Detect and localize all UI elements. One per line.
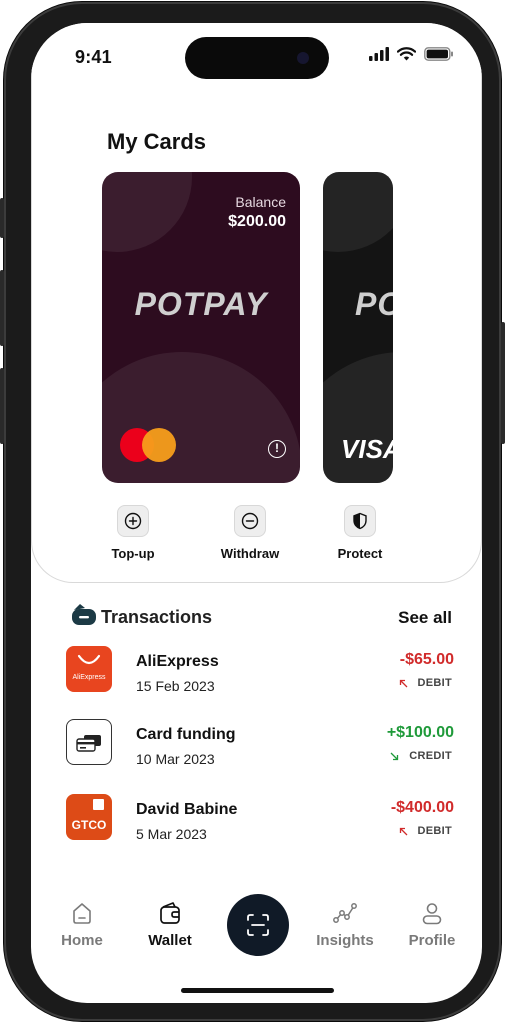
tab-insights-label: Insights bbox=[316, 932, 374, 949]
status-icons bbox=[369, 47, 454, 61]
aliexpress-logo: AliExpress bbox=[66, 646, 112, 692]
card-funding-icon bbox=[66, 719, 112, 765]
transaction-date: 5 Mar 2023 bbox=[136, 826, 207, 842]
card-decoration bbox=[323, 172, 393, 252]
transaction-amount: -$400.00 bbox=[390, 799, 454, 816]
transaction-date: 15 Feb 2023 bbox=[136, 678, 215, 694]
signal-icon bbox=[369, 47, 389, 61]
insights-icon bbox=[333, 903, 357, 923]
tab-insights[interactable]: Insights bbox=[310, 900, 380, 949]
screen: 9:41 My Cards Balance $200.00 POTPAY ! P… bbox=[31, 23, 482, 1003]
withdraw-action[interactable]: Withdraw bbox=[213, 505, 287, 561]
transaction-name: Card funding bbox=[136, 726, 236, 743]
transaction-row[interactable]: Card funding 10 Mar 2023 +$100.00 CREDIT bbox=[31, 719, 482, 769]
volume-down-button bbox=[0, 368, 4, 444]
transaction-type-label: CREDIT bbox=[409, 750, 452, 762]
tab-home[interactable]: Home bbox=[47, 900, 117, 949]
scan-button[interactable] bbox=[227, 894, 289, 956]
topup-action[interactable]: Top-up bbox=[101, 505, 165, 561]
camera-icon bbox=[297, 52, 309, 64]
my-cards-title: My Cards bbox=[107, 129, 207, 154]
transaction-name: David Babine bbox=[136, 801, 238, 818]
gtco-logo-text: GTCO bbox=[71, 818, 107, 832]
tab-wallet-label: Wallet bbox=[148, 932, 192, 949]
arrow-down-right-icon bbox=[390, 752, 399, 760]
wallet-folder-icon bbox=[72, 604, 96, 625]
phone-frame: 9:41 My Cards Balance $200.00 POTPAY ! P… bbox=[0, 2, 505, 1021]
mastercard-logo bbox=[120, 428, 176, 462]
withdraw-label: Withdraw bbox=[220, 546, 280, 561]
card-secondary[interactable]: PO VISA bbox=[323, 172, 393, 483]
see-all-link[interactable]: See all bbox=[398, 608, 452, 628]
dynamic-island bbox=[185, 37, 329, 79]
transaction-amount: -$65.00 bbox=[399, 651, 454, 668]
balance-value: $200.00 bbox=[228, 213, 286, 230]
volume-up-button bbox=[0, 270, 4, 346]
battery-icon bbox=[424, 47, 453, 61]
arrow-up-left-icon bbox=[399, 827, 407, 835]
info-icon[interactable]: ! bbox=[268, 440, 286, 458]
transaction-type: CREDIT bbox=[390, 750, 452, 762]
card-decoration bbox=[102, 172, 192, 252]
tab-profile[interactable]: Profile bbox=[397, 900, 467, 949]
transactions-title: Transactions bbox=[101, 607, 213, 627]
aliexpress-logo-text: AliExpress bbox=[72, 674, 106, 681]
transaction-row[interactable]: GTCO David Babine 5 Mar 2023 -$400.00 DE… bbox=[31, 794, 482, 844]
card-brand-logo: PO bbox=[355, 286, 393, 322]
home-indicator[interactable] bbox=[181, 988, 334, 993]
power-button bbox=[501, 322, 505, 444]
home-icon bbox=[73, 903, 91, 924]
card-brand-logo: POTPAY bbox=[134, 286, 268, 322]
tab-profile-label: Profile bbox=[408, 932, 456, 949]
plus-circle-icon[interactable] bbox=[117, 505, 149, 537]
wifi-icon bbox=[397, 47, 416, 61]
transaction-type-label: DEBIT bbox=[417, 825, 452, 837]
topup-label: Top-up bbox=[111, 546, 155, 561]
transaction-row[interactable]: AliExpress AliExpress 15 Feb 2023 -$65.0… bbox=[31, 646, 482, 696]
action-button bbox=[0, 198, 4, 238]
arrow-up-left-icon bbox=[399, 679, 407, 687]
scan-icon bbox=[247, 914, 269, 936]
transaction-type: DEBIT bbox=[399, 825, 453, 837]
shield-icon[interactable] bbox=[344, 505, 376, 537]
transaction-type: DEBIT bbox=[399, 677, 453, 689]
card-potpay[interactable]: Balance $200.00 POTPAY ! bbox=[102, 172, 300, 483]
transaction-amount: +$100.00 bbox=[386, 724, 454, 741]
protect-action[interactable]: Protect bbox=[327, 505, 393, 561]
visa-logo: VISA bbox=[341, 434, 393, 464]
tab-wallet[interactable]: Wallet bbox=[135, 900, 205, 949]
protect-label: Protect bbox=[337, 546, 383, 561]
balance-label: Balance bbox=[235, 194, 286, 210]
wallet-icon bbox=[160, 902, 180, 924]
card-decoration bbox=[102, 352, 300, 483]
gtco-logo: GTCO bbox=[66, 794, 112, 840]
transaction-name: AliExpress bbox=[136, 653, 219, 670]
profile-icon bbox=[422, 903, 442, 925]
tab-home-label: Home bbox=[61, 932, 103, 949]
status-time: 9:41 bbox=[75, 47, 112, 67]
transaction-type-label: DEBIT bbox=[417, 677, 452, 689]
minus-circle-icon[interactable] bbox=[234, 505, 266, 537]
transaction-date: 10 Mar 2023 bbox=[136, 751, 215, 767]
